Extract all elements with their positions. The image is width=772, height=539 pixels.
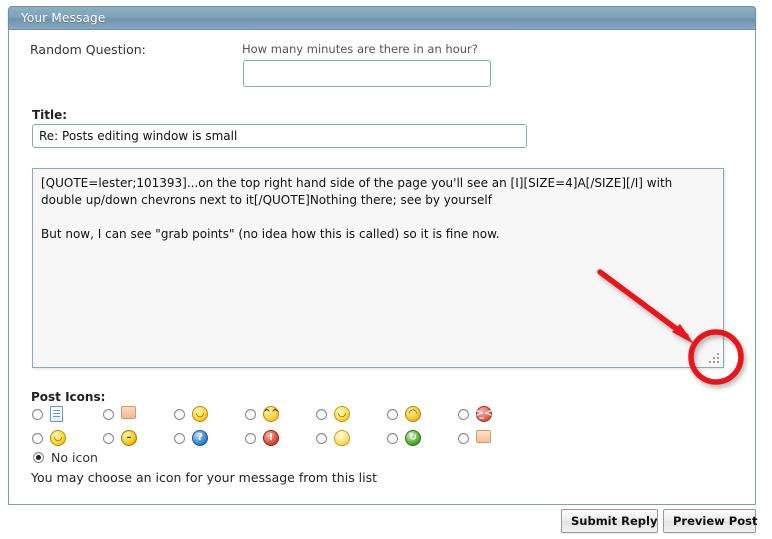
post-icon-blush-glyph: ^^ [264, 407, 278, 421]
post-icon-angry-radio[interactable] [458, 409, 469, 420]
post-icon-thumbs-down[interactable] [121, 406, 136, 419]
post-icon-arrow-glyph: ↻ [406, 431, 420, 445]
post-icon-frown[interactable]: ◠ [405, 406, 421, 422]
random-question-label: Random Question: [30, 42, 146, 57]
random-question-input[interactable] [243, 60, 491, 87]
post-icon-smile-cell[interactable]: ◡ [174, 405, 196, 427]
post-icon-blush[interactable]: ^^ [263, 406, 279, 422]
post-icon-frown-cell[interactable]: ◠ [387, 405, 409, 427]
message-textarea[interactable]: [QUOTE=lester;101393]...on the top right… [32, 168, 724, 368]
window-titlebar: Your Message [8, 6, 756, 30]
window-title: Your Message [21, 11, 105, 25]
post-icon-cool-radio[interactable] [103, 433, 114, 444]
post-icon-exclamation[interactable]: ! [263, 430, 279, 446]
post-icon-arrow[interactable]: ↻ [405, 430, 421, 446]
post-icon-thumbs-down-radio[interactable] [103, 409, 114, 420]
post-icon-lightbulb-cell[interactable] [316, 429, 338, 451]
post-icon-grin-radio[interactable] [316, 409, 327, 420]
post-icon-question-radio[interactable] [174, 433, 185, 444]
post-icon-thumbs-up[interactable] [476, 430, 491, 443]
post-icons-help-text: You may choose an icon for your message … [31, 470, 377, 485]
post-icon-cool-cell[interactable]: – [103, 429, 125, 451]
post-icon-document-radio[interactable] [32, 409, 43, 420]
post-icon-blush-cell[interactable]: ^^ [245, 405, 267, 427]
post-icon-grin[interactable]: ◡ [334, 406, 350, 422]
random-question-text: How many minutes are there in an hour? [242, 42, 478, 56]
post-icon-smile-glyph: ◡ [193, 407, 207, 421]
title-input[interactable] [32, 124, 527, 148]
post-icon-thumbs-down-cell[interactable] [103, 405, 125, 427]
post-icon-lightbulb-radio[interactable] [316, 433, 327, 444]
post-icon-exclamation-cell[interactable]: ! [245, 429, 267, 451]
post-icon-thumbs-up-cell[interactable] [458, 429, 480, 451]
post-icon-exclamation-glyph: ! [264, 431, 278, 445]
post-icon-none-label: No icon [51, 450, 98, 465]
post-icon-angry-cell[interactable]: >̲< [458, 405, 480, 427]
post-icon-frown-glyph: ◠ [406, 407, 420, 421]
post-icon-angry[interactable]: >̲< [476, 406, 492, 422]
post-icon-happy-glyph: ◡ [51, 431, 65, 445]
post-icon-cool-glyph: – [122, 431, 136, 445]
post-icon-angry-glyph: >̲< [477, 407, 491, 421]
post-icon-question-glyph: ? [193, 431, 207, 445]
post-icon-thumbs-up-radio[interactable] [458, 433, 469, 444]
submit-reply-button[interactable]: Submit Reply [561, 509, 658, 533]
post-icon-grin-cell[interactable]: ◡ [316, 405, 338, 427]
post-icon-question-cell[interactable]: ? [174, 429, 196, 451]
resize-grip-icon[interactable] [707, 351, 719, 363]
post-reply-page: Your Message Random Question: How many m… [0, 0, 772, 539]
post-icon-question[interactable]: ? [192, 430, 208, 446]
post-icon-blush-radio[interactable] [245, 409, 256, 420]
post-icon-smile[interactable]: ◡ [192, 406, 208, 422]
message-textarea-content: [QUOTE=lester;101393]...on the top right… [41, 175, 713, 243]
post-icon-happy-cell[interactable]: ◡ [32, 429, 54, 451]
post-icon-cool[interactable]: – [121, 430, 137, 446]
post-icon-exclamation-radio[interactable] [245, 433, 256, 444]
post-icon-lightbulb[interactable] [334, 430, 350, 446]
preview-post-button[interactable]: Preview Post [663, 509, 756, 533]
post-icon-arrow-radio[interactable] [387, 433, 398, 444]
post-icon-none-radio[interactable] [33, 451, 47, 465]
post-icon-smile-radio[interactable] [174, 409, 185, 420]
post-icons-label: Post Icons: [31, 390, 105, 404]
post-icon-document-cell[interactable] [32, 405, 54, 427]
post-icon-frown-radio[interactable] [387, 409, 398, 420]
post-icon-happy-radio[interactable] [32, 433, 43, 444]
post-icon-grin-glyph: ◡ [335, 407, 349, 421]
title-label: Title: [32, 108, 67, 122]
post-icon-happy[interactable]: ◡ [50, 430, 66, 446]
post-icon-document[interactable] [50, 406, 63, 422]
post-icon-arrow-cell[interactable]: ↻ [387, 429, 409, 451]
